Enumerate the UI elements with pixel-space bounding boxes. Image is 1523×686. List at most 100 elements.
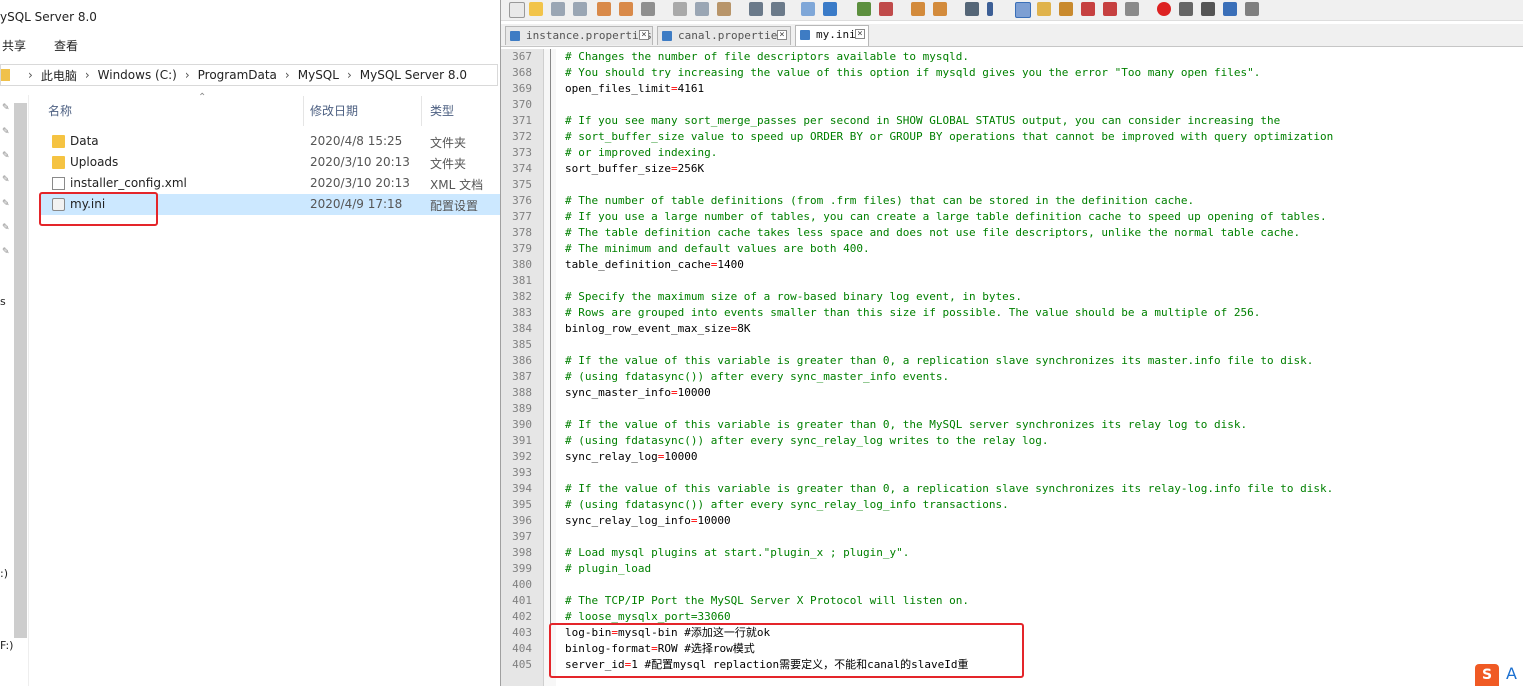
code-line[interactable]: 367 # Changes the number of file descript… xyxy=(501,49,1523,65)
sync-scroll-horizontal-icon[interactable] xyxy=(933,2,947,16)
ime-mode-indicator[interactable]: A xyxy=(1506,664,1517,683)
config-entry: sync_master_info=10000 xyxy=(565,385,711,401)
show-all-chars-icon[interactable] xyxy=(987,2,993,16)
close-tab-icon[interactable]: × xyxy=(855,29,865,39)
column-header-name[interactable]: 名称 xyxy=(40,96,304,126)
code-line[interactable]: 391 # (using fdatasync()) after every syn… xyxy=(501,433,1523,449)
nav-item-fragment[interactable]: s xyxy=(0,295,6,308)
record-macro-icon[interactable] xyxy=(1157,2,1171,16)
code-line[interactable]: 386 # If the value of this variable is gr… xyxy=(501,353,1523,369)
code-line[interactable]: 371 # If you see many sort_merge_passes p… xyxy=(501,113,1523,129)
nav-scrollbar[interactable] xyxy=(14,103,27,638)
code-line[interactable]: 368 # You should try increasing the value… xyxy=(501,65,1523,81)
code-line[interactable]: 396 sync_relay_log_info=10000 xyxy=(501,513,1523,529)
code-line[interactable]: 401 # The TCP/IP Port the MySQL Server X … xyxy=(501,593,1523,609)
code-line[interactable]: 389 xyxy=(501,401,1523,417)
code-line[interactable]: 383 # Rows are grouped into events smalle… xyxy=(501,305,1523,321)
play-macro-icon[interactable] xyxy=(1201,2,1215,16)
close-all-icon[interactable] xyxy=(619,2,633,16)
code-line[interactable]: 399 # plugin_load xyxy=(501,561,1523,577)
user-language-icon[interactable] xyxy=(1037,2,1051,16)
save-macro-icon[interactable] xyxy=(1245,2,1259,16)
file-row-uploads[interactable]: Uploads 2020/3/10 20:13 文件夹 xyxy=(40,152,500,173)
code-line[interactable]: 387 # (using fdatasync()) after every syn… xyxy=(501,369,1523,385)
code-line[interactable]: 376 # The number of table definitions (fr… xyxy=(501,193,1523,209)
code-line[interactable]: 398 # Load mysql plugins at start."plugin… xyxy=(501,545,1523,561)
code-line[interactable]: 388 sync_master_info=10000 xyxy=(501,385,1523,401)
close-tab-icon[interactable]: × xyxy=(777,30,787,40)
code-line[interactable]: 395 # (using fdatasync()) after every syn… xyxy=(501,497,1523,513)
monitoring-icon[interactable] xyxy=(1125,2,1139,16)
find-icon[interactable] xyxy=(801,2,815,16)
close-file-icon[interactable] xyxy=(597,2,611,16)
breadcrumb-mysql-server[interactable]: MySQL Server 8.0 xyxy=(360,68,467,82)
sogou-ime-icon[interactable]: S xyxy=(1475,664,1499,686)
function-list-icon[interactable] xyxy=(1081,2,1095,16)
nav-item-fragment[interactable]: F:) xyxy=(0,639,13,652)
code-line[interactable]: 375 xyxy=(501,177,1523,193)
zoom-in-icon[interactable] xyxy=(857,2,871,16)
open-folder-icon[interactable] xyxy=(529,2,543,16)
tab-instance-properties[interactable]: instance.properties × xyxy=(505,26,653,45)
code-line[interactable]: 370 xyxy=(501,97,1523,113)
tab-my-ini[interactable]: my.ini × xyxy=(795,25,869,46)
doc-map-icon[interactable] xyxy=(1059,2,1073,16)
column-header-type[interactable]: 类型 xyxy=(422,96,500,126)
file-row-data[interactable]: Data 2020/4/8 15:25 文件夹 xyxy=(40,131,500,152)
config-value: 10000 xyxy=(664,450,698,463)
word-wrap-icon[interactable] xyxy=(965,2,979,16)
code-line[interactable]: 400 xyxy=(501,577,1523,593)
editor-tab-bar: instance.properties × canal.properties ×… xyxy=(501,24,1523,47)
save-all-icon[interactable] xyxy=(573,2,587,16)
line-number: 394 xyxy=(512,482,532,495)
indent-guide-icon[interactable] xyxy=(1015,2,1031,18)
code-line[interactable]: 378 # The table definition cache takes le… xyxy=(501,225,1523,241)
code-line[interactable]: 377 # If you use a large number of tables… xyxy=(501,209,1523,225)
code-line[interactable]: 381 xyxy=(501,273,1523,289)
code-line[interactable]: 390 # If the value of this variable is gr… xyxy=(501,417,1523,433)
sync-scroll-vertical-icon[interactable] xyxy=(911,2,925,16)
column-header-modified[interactable]: 修改日期 xyxy=(302,96,422,126)
code-line[interactable]: 379 # The minimum and default values are … xyxy=(501,241,1523,257)
replace-icon[interactable] xyxy=(823,2,837,16)
save-icon[interactable] xyxy=(551,2,565,16)
paste-icon[interactable] xyxy=(717,2,731,16)
chevron-right-icon: › xyxy=(346,68,352,82)
cut-icon[interactable] xyxy=(673,2,687,16)
code-line[interactable]: 384 binlog_row_event_max_size=8K xyxy=(501,321,1523,337)
code-line[interactable]: 392 sync_relay_log=10000 xyxy=(501,449,1523,465)
code-line[interactable]: 382 # Specify the maximum size of a row-b… xyxy=(501,289,1523,305)
tab-canal-properties[interactable]: canal.properties × xyxy=(657,26,791,45)
code-line[interactable]: 397 xyxy=(501,529,1523,545)
code-line[interactable]: 374 sort_buffer_size=256K xyxy=(501,161,1523,177)
code-line[interactable]: 369 open_files_limit=4161 xyxy=(501,81,1523,97)
nav-item-fragment[interactable]: :) xyxy=(0,567,8,580)
line-number: 396 xyxy=(512,514,532,527)
breadcrumb-programdata[interactable]: ProgramData xyxy=(198,68,277,82)
code-line[interactable]: 373 # or improved indexing. xyxy=(501,145,1523,161)
stop-macro-icon[interactable] xyxy=(1179,2,1193,16)
code-line[interactable]: 394 # If the value of this variable is gr… xyxy=(501,481,1523,497)
ribbon-tab-view[interactable]: 查看 xyxy=(54,36,78,56)
file-row-installer-config[interactable]: installer_config.xml 2020/3/10 20:13 XML… xyxy=(40,173,500,194)
config-value: 10000 xyxy=(677,386,711,399)
address-bar[interactable]: › 此电脑 › Windows (C:) › ProgramData › MyS… xyxy=(0,64,498,86)
run-macro-multiple-icon[interactable] xyxy=(1223,2,1237,16)
folder-as-workspace-icon[interactable] xyxy=(1103,2,1117,16)
code-line[interactable]: 372 # sort_buffer_size value to speed up … xyxy=(501,129,1523,145)
code-line[interactable]: 380 table_definition_cache=1400 xyxy=(501,257,1523,273)
zoom-out-icon[interactable] xyxy=(879,2,893,16)
code-line[interactable]: 385 xyxy=(501,337,1523,353)
close-tab-icon[interactable]: × xyxy=(639,30,649,40)
code-line[interactable]: 393 xyxy=(501,465,1523,481)
breadcrumb-windows-c[interactable]: Windows (C:) xyxy=(98,68,177,82)
ribbon-tab-share[interactable]: 共享 xyxy=(2,36,26,56)
undo-icon[interactable] xyxy=(749,2,763,16)
code-area[interactable]: 367 # Changes the number of file descript… xyxy=(501,49,1523,673)
print-icon[interactable] xyxy=(641,2,655,16)
copy-icon[interactable] xyxy=(695,2,709,16)
breadcrumb-this-pc[interactable]: 此电脑 xyxy=(41,67,77,84)
new-file-icon[interactable] xyxy=(509,2,525,18)
breadcrumb-mysql[interactable]: MySQL xyxy=(298,68,339,82)
redo-icon[interactable] xyxy=(771,2,785,16)
